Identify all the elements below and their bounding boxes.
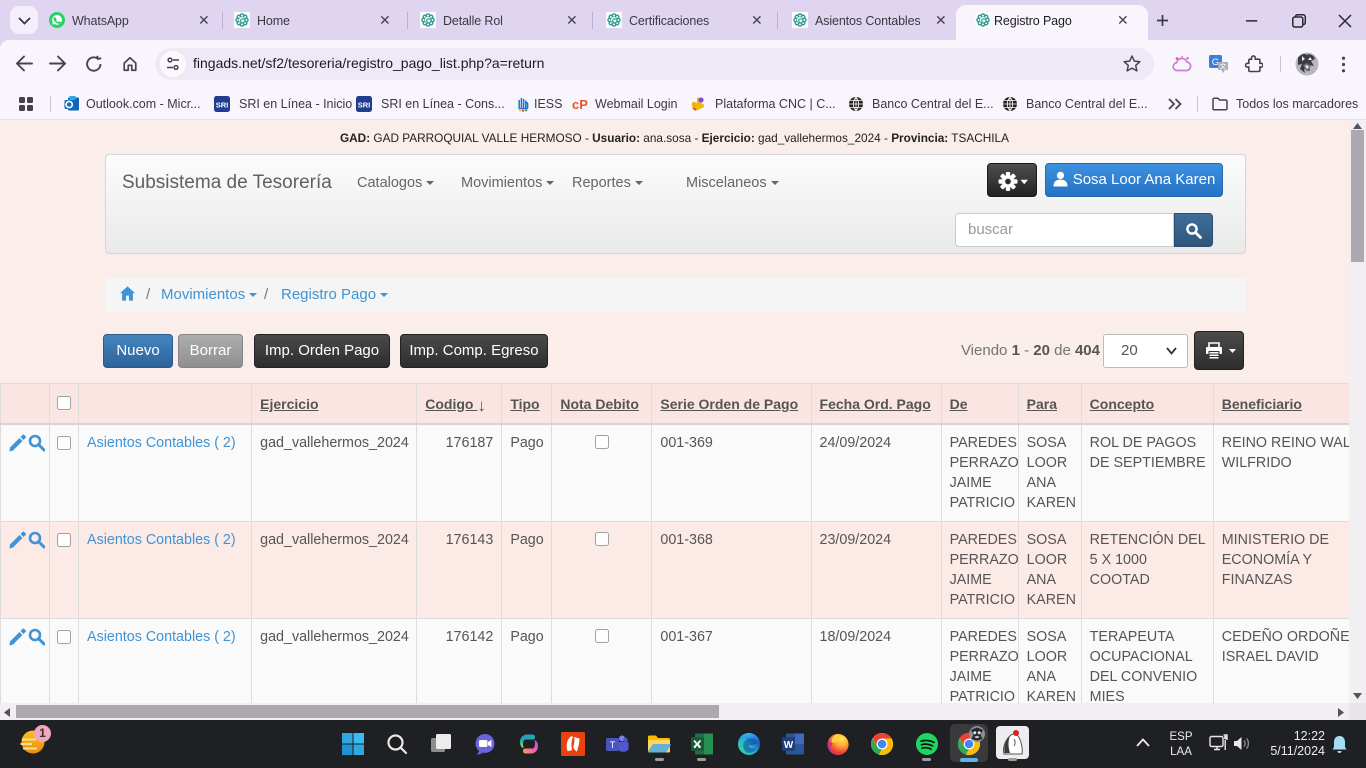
svg-text:SRI: SRI — [358, 101, 371, 110]
svg-text:文: 文 — [1220, 62, 1227, 71]
svg-text:X: X — [694, 740, 701, 751]
svg-text:SRI: SRI — [216, 101, 229, 110]
svg-text:cP: cP — [572, 97, 588, 112]
svg-text:T: T — [610, 740, 616, 750]
svg-text:W: W — [784, 740, 794, 751]
